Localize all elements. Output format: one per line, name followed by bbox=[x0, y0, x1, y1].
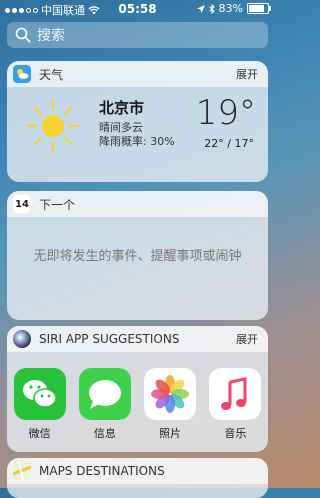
calendar-icon: 14 bbox=[13, 195, 31, 213]
weather-widget-header: 天气 展开 bbox=[7, 61, 268, 87]
weather-rain-chance: 降雨概率: 30% bbox=[99, 135, 175, 148]
battery-percent: 83% bbox=[218, 2, 243, 15]
location-arrow-icon bbox=[196, 4, 205, 13]
maps-app-icon bbox=[13, 462, 31, 480]
search-placeholder: 搜索 bbox=[37, 28, 65, 44]
sunny-icon bbox=[26, 99, 80, 153]
weather-city: 北京市 bbox=[99, 99, 145, 117]
search-icon bbox=[15, 27, 31, 43]
siri-suggestions-title: SIRI APP SUGGESTIONS bbox=[39, 332, 180, 346]
weather-temp-range: 22° / 17° bbox=[204, 137, 254, 150]
up-next-widget[interactable]: 14 下一个 无即将发生的事件、提醒事项或闹钟 bbox=[7, 191, 268, 320]
app-label: 信息 bbox=[93, 427, 116, 440]
weather-widget-title: 天气 bbox=[39, 67, 64, 82]
siri-suggestions-widget[interactable]: SIRI APP SUGGESTIONS 展开 微信 信息 照片 音乐 bbox=[7, 326, 268, 452]
app-label: 微信 bbox=[28, 427, 51, 440]
maps-destinations-title: MAPS DESTINATIONS bbox=[39, 464, 165, 478]
app-label: 音乐 bbox=[224, 427, 247, 440]
maps-destinations-header: MAPS DESTINATIONS bbox=[7, 458, 268, 484]
up-next-empty-message: 无即将发生的事件、提醒事项或闹钟 bbox=[33, 249, 242, 264]
wechat-icon bbox=[13, 368, 66, 420]
up-next-title: 下一个 bbox=[39, 197, 76, 212]
weather-expand-button[interactable]: 展开 bbox=[236, 66, 258, 82]
maps-destinations-widget[interactable]: MAPS DESTINATIONS bbox=[7, 458, 268, 498]
up-next-header: 14 下一个 bbox=[7, 191, 268, 217]
weather-widget[interactable]: 天气 展开 北京市 晴间多云 降雨概率: 30% 19° 22° / 17° bbox=[7, 61, 268, 182]
app-photos[interactable]: 照片 bbox=[143, 368, 197, 441]
battery-icon bbox=[247, 3, 271, 14]
photos-icon bbox=[144, 368, 197, 420]
search-bar[interactable]: 搜索 bbox=[7, 22, 268, 48]
app-music[interactable]: 音乐 bbox=[208, 368, 262, 441]
bluetooth-icon bbox=[208, 3, 215, 14]
status-bar: 中国联通 05:58 83% bbox=[0, 0, 275, 18]
app-label: 照片 bbox=[159, 427, 182, 440]
siri-icon bbox=[13, 330, 31, 348]
app-messages[interactable]: 信息 bbox=[78, 368, 132, 441]
status-bar-right: 83% bbox=[196, 2, 271, 15]
music-icon bbox=[209, 368, 262, 420]
suggested-apps: 微信 信息 照片 音乐 bbox=[7, 368, 268, 441]
siri-expand-button[interactable]: 展开 bbox=[236, 331, 258, 347]
weather-app-icon bbox=[13, 65, 31, 83]
siri-suggestions-header: SIRI APP SUGGESTIONS 展开 bbox=[7, 326, 268, 352]
messages-icon bbox=[78, 368, 131, 420]
calendar-day-number: 14 bbox=[15, 199, 29, 210]
app-wechat[interactable]: 微信 bbox=[13, 368, 67, 441]
weather-temperature: 19° bbox=[195, 93, 256, 133]
